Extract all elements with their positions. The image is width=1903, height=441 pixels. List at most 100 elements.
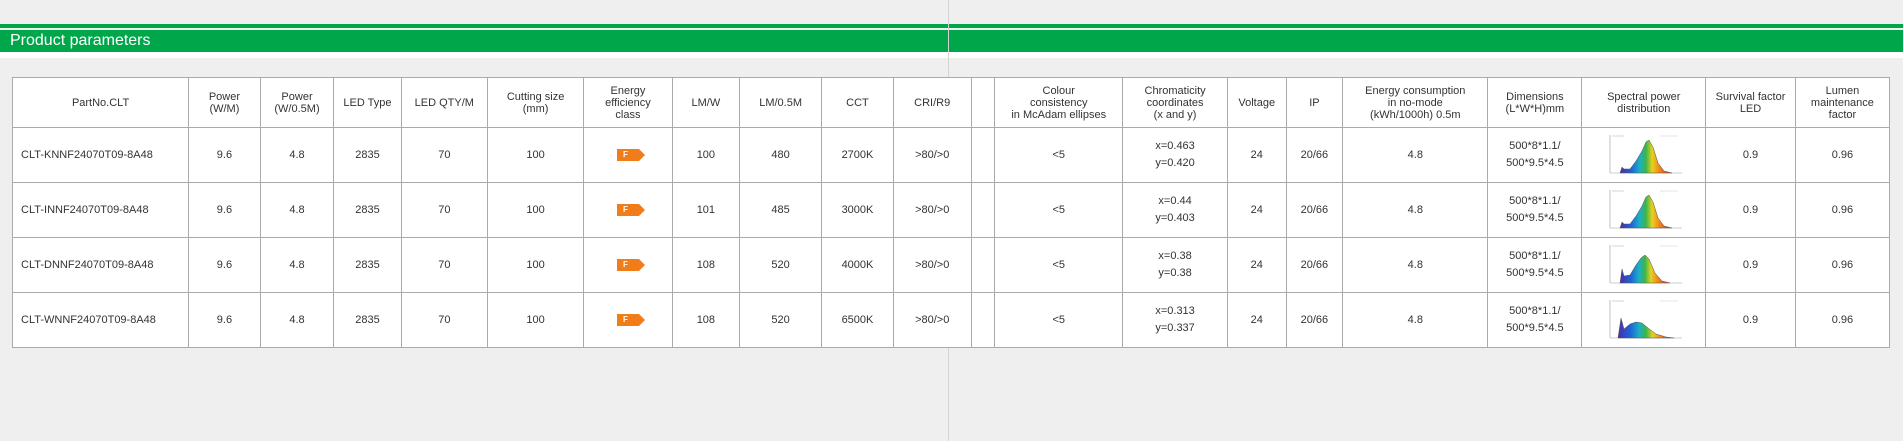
lm-per-watt-cell: 100 (671, 127, 741, 183)
cct-cell: 4000K (821, 237, 894, 293)
product-parameters-table: PartNo.CLT Power (W/M) Power (W/0.5M) LED Typ… (11, 77, 1891, 348)
column-header-line: Power (208, 90, 241, 103)
column-header: Cutting size (mm) (487, 77, 585, 128)
part-number-cell: CLT-WNNF24070T09-8A48 (11, 292, 190, 348)
dimensions-line: 500*8*1.1/ (1509, 140, 1561, 152)
column-header-line: Colour (1042, 84, 1075, 97)
led-type-cell: 2835 (333, 292, 402, 348)
cri-r9-cell: >80/>0 (892, 237, 972, 293)
column-header-line: Spectral power (1607, 90, 1681, 103)
column-header: Dimensions (L*W*H)mm (1487, 77, 1583, 128)
survival-factor-cell: 0.9 (1705, 127, 1796, 183)
column-header-line: efficiency (605, 96, 651, 109)
dimensions-line: 500*8*1.1/ (1509, 305, 1561, 317)
column-header-line: Chromaticity (1144, 84, 1206, 97)
lm-per-half-meter-cell: 520 (738, 237, 823, 293)
column-header-line: (mm) (522, 102, 549, 115)
dimensions-line: 500*9.5*4.5 (1506, 212, 1564, 224)
header-underline (0, 52, 1903, 58)
column-header-line: Voltage (1238, 96, 1276, 109)
energy-class-cell: F (583, 182, 673, 238)
column-header-line: Lumen (1825, 84, 1860, 97)
section-title: Product parameters (10, 32, 151, 49)
spectral-warm-chart-icon (1609, 190, 1682, 229)
chromaticity-cell: x=0.463 y=0.420 (1122, 127, 1228, 183)
column-header-line: LED QTY/M (414, 96, 474, 109)
ip-rating-cell: 20/66 (1285, 237, 1344, 293)
table-row: CLT-INNF24070T09-8A48 9.6 4.8 2835 70 100 F 101… (11, 182, 1891, 238)
column-header: LED QTY/M (400, 77, 489, 128)
dimensions-line: 500*8*1.1/ (1509, 195, 1561, 207)
led-type-cell: 2835 (333, 237, 402, 293)
lm-per-half-meter-cell: 480 (738, 127, 823, 183)
part-number-cell: CLT-DNNF24070T09-8A48 (11, 237, 190, 293)
ip-rating-cell: 20/66 (1285, 182, 1344, 238)
column-gap (970, 292, 996, 348)
column-header-line: (kWh/1000h) 0.5m (1370, 108, 1461, 121)
top-accent-line (0, 24, 1903, 28)
column-header: CRI/R9 (892, 77, 972, 128)
chromaticity-x: x=0.313 (1155, 305, 1195, 317)
column-header: Colour consistency in McAdam ellipses (994, 77, 1124, 128)
cutting-size-cell: 100 (487, 127, 585, 183)
lm-per-half-meter-cell: 520 (738, 292, 823, 348)
power-per-meter-cell: 9.6 (188, 182, 261, 238)
led-qty-cell: 70 (400, 237, 489, 293)
column-gap (970, 127, 996, 183)
energy-class-badge: F (616, 148, 645, 161)
mcadam-cell: <5 (994, 182, 1124, 238)
cri-r9-cell: >80/>0 (892, 127, 972, 183)
column-header-line: Power (281, 90, 313, 103)
mcadam-cell: <5 (994, 292, 1124, 348)
ip-rating-cell: 20/66 (1285, 292, 1344, 348)
column-header-line: LED (1739, 102, 1762, 115)
column-header-line: (x and y) (1153, 108, 1197, 121)
column-header: Power (W/M) (188, 77, 261, 128)
spectral-cell (1581, 237, 1707, 293)
chromaticity-x: x=0.44 (1158, 195, 1192, 207)
cutting-size-cell: 100 (487, 292, 585, 348)
power-per-half-meter-cell: 4.8 (259, 182, 335, 238)
column-header-line: PartNo.CLT (71, 96, 130, 109)
lm-per-watt-cell: 108 (671, 237, 741, 293)
energy-consumption-cell: 4.8 (1342, 292, 1489, 348)
energy-consumption-cell: 4.8 (1342, 237, 1489, 293)
column-header: Power (W/0.5M) (259, 77, 335, 128)
column-header: Energy consumption in no-mode (kWh/1000h) … (1342, 77, 1489, 128)
column-gap (970, 77, 996, 128)
chromaticity-x: x=0.463 (1155, 140, 1195, 152)
voltage-cell: 24 (1226, 292, 1287, 348)
voltage-cell: 24 (1226, 182, 1287, 238)
column-header-line: LED Type (343, 96, 392, 109)
energy-class-badge: F (616, 203, 645, 216)
led-qty-cell: 70 (400, 292, 489, 348)
dimensions-line: 500*9.5*4.5 (1506, 157, 1564, 169)
lumen-maintenance-cell: 0.96 (1794, 292, 1891, 348)
dimensions-cell: 500*8*1.1/500*9.5*4.5 (1487, 292, 1583, 348)
energy-class-badge: F (616, 258, 645, 271)
power-per-half-meter-cell: 4.8 (259, 237, 335, 293)
column-gap (970, 182, 996, 238)
spectral-cool-chart-icon (1609, 300, 1682, 339)
column-header-line: consistency (1029, 96, 1088, 109)
column-header: Survival factor LED (1705, 77, 1796, 128)
chromaticity-y: y=0.403 (1155, 212, 1195, 224)
chromaticity-x: x=0.38 (1158, 250, 1192, 262)
header-row: PartNo.CLT Power (W/M) Power (W/0.5M) LED Typ… (11, 77, 1891, 128)
column-header: CCT (821, 77, 894, 128)
table-row: CLT-KNNF24070T09-8A48 9.6 4.8 2835 70 100 F 100… (11, 127, 1891, 183)
mcadam-cell: <5 (994, 127, 1124, 183)
power-per-half-meter-cell: 4.8 (259, 292, 335, 348)
dimensions-cell: 500*8*1.1/500*9.5*4.5 (1487, 127, 1583, 183)
led-qty-cell: 70 (400, 127, 489, 183)
chromaticity-cell: x=0.44 y=0.403 (1122, 182, 1228, 238)
column-header: LM/W (671, 77, 741, 128)
column-header-line: Dimensions (1506, 90, 1564, 103)
cri-r9-cell: >80/>0 (892, 182, 972, 238)
survival-factor-cell: 0.9 (1705, 182, 1796, 238)
energy-consumption-cell: 4.8 (1342, 182, 1489, 238)
column-header: LM/0.5M (738, 77, 823, 128)
column-header-line: class (615, 108, 641, 121)
column-header-line: maintenance (1810, 96, 1874, 109)
led-type-cell: 2835 (333, 182, 402, 238)
